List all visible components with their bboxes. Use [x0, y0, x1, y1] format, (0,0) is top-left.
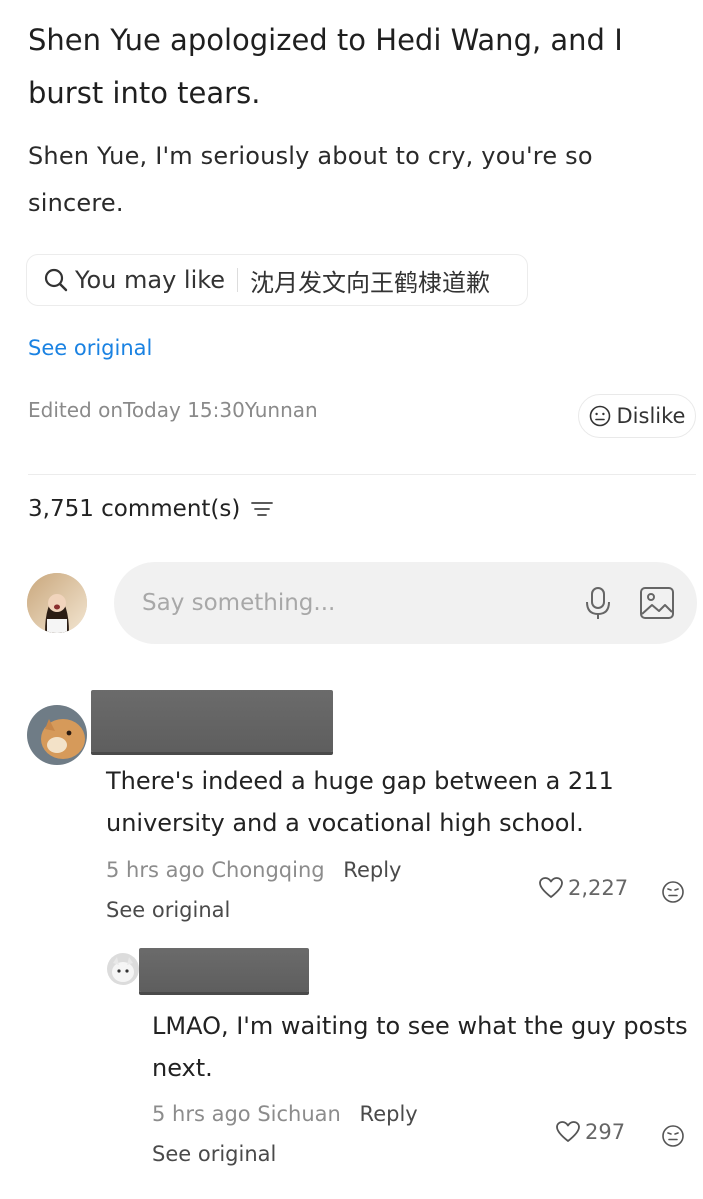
comment-text: There's indeed a huge gap between a 211 …: [106, 767, 614, 837]
redacted-username: [139, 948, 309, 992]
section-divider: [28, 474, 696, 475]
reply-button[interactable]: Reply: [343, 858, 401, 882]
comment-input[interactable]: Say something...: [114, 562, 697, 644]
like-button[interactable]: 2,227: [538, 876, 628, 900]
redacted-username: [91, 690, 333, 752]
comment-count: 3,751 comment(s): [28, 496, 241, 522]
you-may-like-query[interactable]: 沈月发文向王鹤棣道歉: [250, 263, 490, 298]
like-count: 297: [585, 1120, 626, 1144]
heart-icon: [556, 1121, 580, 1142]
sort-filter-icon[interactable]: [250, 499, 274, 519]
see-original-link[interactable]: See original: [152, 1142, 276, 1166]
image-icon[interactable]: [639, 586, 675, 620]
current-user-avatar[interactable]: [27, 573, 87, 633]
reply-button[interactable]: Reply: [360, 1102, 418, 1126]
you-may-like-label: You may like: [75, 266, 226, 294]
emoji-face-icon[interactable]: [661, 1124, 685, 1148]
dislike-button[interactable]: Dislike: [578, 394, 696, 438]
reply-commenter-avatar[interactable]: [107, 953, 139, 985]
chip-divider: [237, 268, 239, 292]
microphone-icon[interactable]: [583, 585, 613, 621]
comment-time: 5 hrs ago: [152, 1102, 251, 1126]
emoji-face-icon[interactable]: [661, 880, 685, 904]
like-count: 2,227: [568, 876, 629, 900]
comment-meta: 5 hrs ago Sichuan Reply: [152, 1102, 418, 1126]
search-icon: [44, 268, 68, 292]
dislike-face-icon: [589, 405, 610, 427]
post-title: Shen Yue apologized to Hedi Wang, and I …: [28, 23, 623, 110]
comment-meta: 5 hrs ago Chongqing Reply: [106, 858, 401, 882]
dislike-label: Dislike: [616, 404, 686, 428]
post-body: Shen Yue, I'm seriously about to cry, yo…: [28, 142, 593, 217]
comment-location: Chongqing: [211, 858, 325, 882]
you-may-like-chip[interactable]: You may like 沈月发文向王鹤棣道歉: [26, 254, 528, 306]
comment-time: 5 hrs ago: [106, 858, 205, 882]
see-original-link[interactable]: See original: [28, 336, 152, 360]
comment-count-header[interactable]: 3,751 comment(s): [28, 496, 274, 522]
edited-meta: Edited onToday 15:30Yunnan: [28, 398, 318, 422]
comment-input-placeholder: Say something...: [142, 590, 336, 616]
comment-location: Sichuan: [257, 1102, 341, 1126]
heart-icon: [539, 877, 563, 898]
like-button[interactable]: 297: [555, 1120, 625, 1144]
comment-text: LMAO, I'm waiting to see what the guy po…: [152, 1012, 688, 1082]
see-original-link[interactable]: See original: [106, 898, 230, 922]
commenter-avatar[interactable]: [27, 705, 87, 765]
